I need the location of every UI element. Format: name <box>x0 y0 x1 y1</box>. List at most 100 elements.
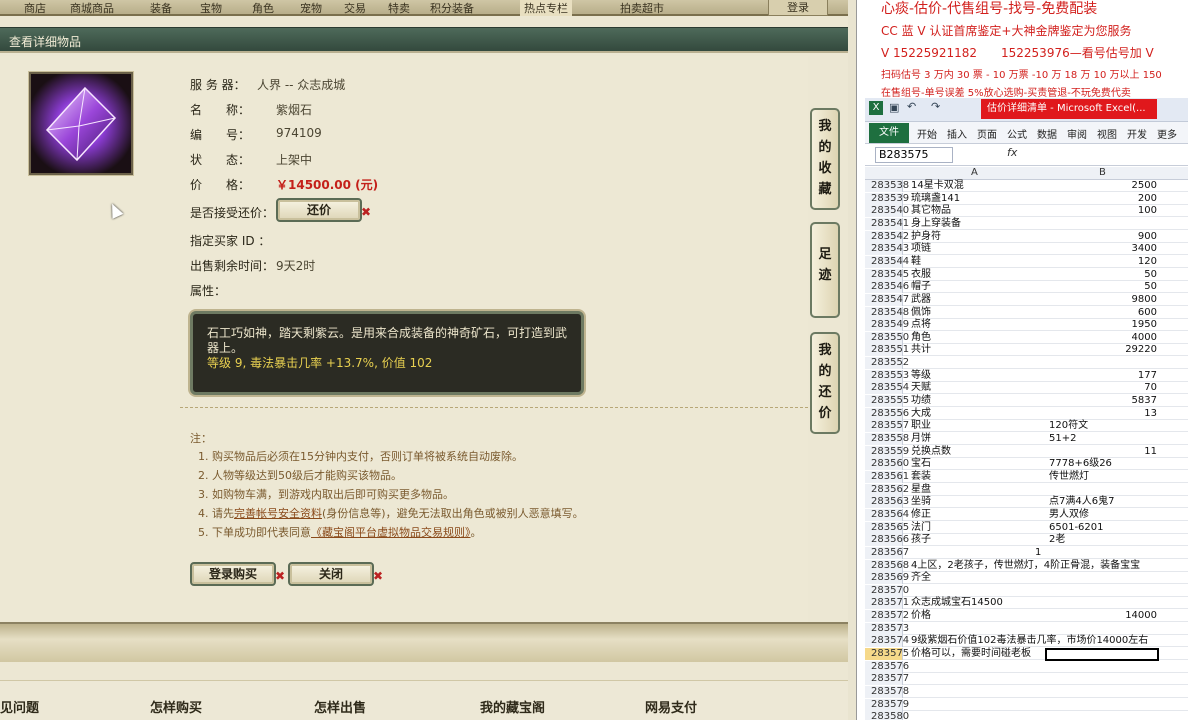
footer-faq[interactable]: 见问题 <box>0 697 39 716</box>
row-number[interactable]: 283553 <box>865 369 909 382</box>
ribbon-tab-insert[interactable]: 插入 <box>947 126 967 141</box>
table-row[interactable]: 283559 兑换点数 11 <box>865 445 1188 458</box>
login-button[interactable]: 登录 <box>768 0 828 16</box>
cell-b[interactable]: 点7满4人6鬼7 <box>1049 496 1114 508</box>
nav-item[interactable]: 装备 <box>150 0 172 16</box>
cell-a[interactable]: 护身符 <box>911 231 941 243</box>
row-number[interactable]: 283550 <box>865 331 909 344</box>
trade-rules-link[interactable]: 《藏宝阁平台虚拟物品交易规则》 <box>311 526 471 539</box>
undo-icon[interactable]: ↶ <box>907 100 916 113</box>
row-number[interactable]: 283567 <box>865 546 909 559</box>
cell-a[interactable]: 14星卡双混 <box>911 180 964 192</box>
row-number[interactable]: 283548 <box>865 306 909 319</box>
table-row[interactable]: 283542 护身符 900 <box>865 230 1188 243</box>
cell-a[interactable]: 衣服 <box>911 269 931 281</box>
table-row[interactable]: 283564 修正 男人双修 <box>865 508 1188 521</box>
cell-b[interactable]: 50 <box>1045 281 1157 293</box>
row-number[interactable]: 283558 <box>865 433 909 445</box>
table-row[interactable]: 283575 价格可以，需要时间碰老板 <box>865 648 1188 662</box>
cell-a[interactable]: 共计 <box>911 344 931 356</box>
selected-cell[interactable] <box>1045 648 1159 662</box>
ribbon-tab-dev[interactable]: 开发 <box>1127 126 1147 141</box>
row-number[interactable]: 283542 <box>865 230 909 243</box>
row-number[interactable]: 283580 <box>865 711 909 720</box>
cell-a[interactable]: 宝石 <box>911 458 931 470</box>
nav-item[interactable]: 宠物 <box>300 0 322 16</box>
table-row[interactable]: 283540 其它物品 100 <box>865 205 1188 218</box>
row-number[interactable]: 283545 <box>865 268 909 281</box>
cell-a[interactable]: 职业 <box>911 420 931 432</box>
cell-a[interactable]: 价格可以，需要时间碰老板 <box>911 648 1031 660</box>
my-counter-offer-tab[interactable]: 我的还价 <box>810 332 840 434</box>
cell-b[interactable]: 900 <box>1045 231 1157 243</box>
ribbon-tab-home[interactable]: 开始 <box>917 126 937 141</box>
table-row[interactable]: 283549 点将 1950 <box>865 319 1188 332</box>
table-row[interactable]: 283552 <box>865 357 1188 370</box>
row-number[interactable]: 283570 <box>865 584 909 597</box>
footprint-tab[interactable]: 足迹 <box>810 222 840 318</box>
table-row[interactable]: 283579 <box>865 698 1188 711</box>
table-row[interactable]: 283562 星盘 <box>865 483 1188 496</box>
footer-my-treasure[interactable]: 我的藏宝阁 <box>480 697 545 716</box>
ribbon-tab-formula[interactable]: 公式 <box>1007 126 1027 141</box>
row-number[interactable]: 283568 <box>865 559 909 572</box>
nav-item[interactable]: 宝物 <box>200 0 222 16</box>
table-row[interactable]: 283550 角色 4000 <box>865 331 1188 344</box>
cell-b[interactable]: 6501-6201 <box>1049 522 1104 534</box>
cell-b[interactable]: 传世燃灯 <box>1049 471 1089 483</box>
cell-a[interactable]: 9级紫烟石价值102毒法暴击几率，市场价14000左右 <box>911 635 1148 647</box>
cell-a[interactable]: 星盘 <box>911 484 931 496</box>
table-row[interactable]: 283573 <box>865 622 1188 635</box>
cell-a[interactable]: 武器 <box>911 294 931 306</box>
footer-how-sell[interactable]: 怎样出售 <box>314 697 366 716</box>
row-number[interactable]: 283579 <box>865 698 909 711</box>
nav-item-active[interactable]: 热点专栏 <box>520 0 572 16</box>
table-row[interactable]: 283553 等级 177 <box>865 369 1188 382</box>
table-row[interactable]: 283539 琉璃盏141 200 <box>865 192 1188 205</box>
table-row[interactable]: 283561 套装 传世燃灯 <box>865 470 1188 483</box>
cell-b[interactable]: 51+2 <box>1049 433 1076 445</box>
table-row[interactable]: 283538 14星卡双混 2500 <box>865 180 1188 192</box>
cell-b[interactable]: 1950 <box>1045 319 1157 331</box>
cell-a[interactable]: 鞋 <box>911 256 921 268</box>
cell-a[interactable]: 齐全 <box>911 572 931 584</box>
bargain-button[interactable]: 还价 ✖ <box>276 198 371 222</box>
row-number[interactable]: 283569 <box>865 572 909 585</box>
table-row[interactable]: 283558 月饼 51+2 <box>865 433 1188 445</box>
account-security-link[interactable]: 完善帐号安全资料 <box>234 507 322 520</box>
cell-a[interactable]: 帽子 <box>911 281 931 293</box>
row-number[interactable]: 283573 <box>865 622 909 635</box>
table-row[interactable]: 283555 功绩 5837 <box>865 395 1188 408</box>
cell-b[interactable]: 7778+6级26 <box>1049 458 1112 470</box>
table-row[interactable]: 283554 天赋 70 <box>865 382 1188 395</box>
row-number[interactable]: 283571 <box>865 597 909 610</box>
row-number[interactable]: 283544 <box>865 255 909 268</box>
row-number[interactable]: 283566 <box>865 534 909 547</box>
cell-b[interactable]: 2500 <box>1045 180 1157 192</box>
row-number[interactable]: 283552 <box>865 357 909 370</box>
nav-item[interactable]: 特卖 <box>388 0 410 16</box>
row-number[interactable]: 283549 <box>865 319 909 332</box>
cell-a[interactable]: 等级 <box>911 370 931 382</box>
cell-a[interactable]: 功绩 <box>911 395 931 407</box>
cell-a[interactable]: 月饼 <box>911 433 931 445</box>
row-number[interactable]: 283541 <box>865 217 909 230</box>
table-row[interactable]: 283543 项链 3400 <box>865 243 1188 256</box>
cell-b[interactable]: 100 <box>1045 205 1157 217</box>
ribbon-tab-view[interactable]: 视图 <box>1097 126 1117 141</box>
login-buy-button[interactable]: 登录购买 ✖ <box>190 562 285 586</box>
cell-b[interactable]: 177 <box>1045 370 1157 382</box>
fx-icon[interactable]: fx <box>1007 146 1017 159</box>
cell-a[interactable]: 修正 <box>911 509 931 521</box>
cell-a[interactable]: 点将 <box>911 319 931 331</box>
row-number[interactable]: 283559 <box>865 445 909 458</box>
nav-item[interactable]: 商城商品 <box>70 0 114 16</box>
cell-a[interactable]: 其它物品 <box>911 205 951 217</box>
row-number[interactable]: 283561 <box>865 470 909 483</box>
cell-a[interactable]: 佩饰 <box>911 307 931 319</box>
table-row[interactable]: 283572 价格 14000 <box>865 610 1188 623</box>
ribbon-tab-file[interactable]: 文件 <box>869 123 909 143</box>
cell-a[interactable]: 4上区，2老孩子，传世燃灯，4阶正骨混，装备宝宝 <box>911 560 1140 572</box>
cell-b[interactable]: 4000 <box>1045 332 1157 344</box>
nav-item[interactable]: 拍卖超市 <box>620 0 664 16</box>
